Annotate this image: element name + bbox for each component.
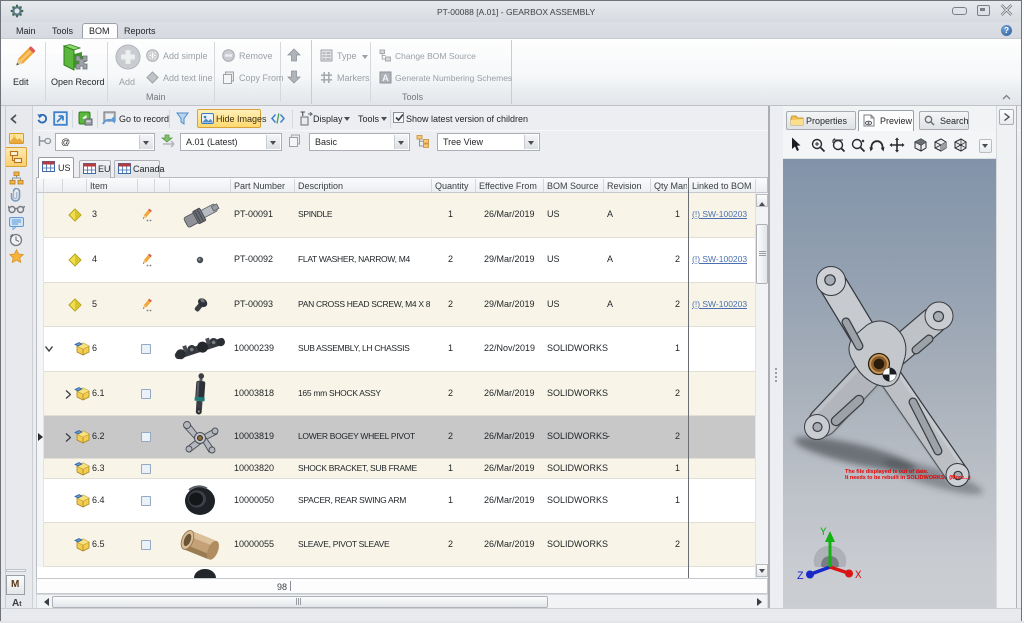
svg-text:Z: Z (797, 571, 804, 583)
svg-text:X: X (855, 570, 862, 582)
svg-text:A: A (382, 73, 389, 83)
svg-text:Y: Y (820, 527, 827, 539)
